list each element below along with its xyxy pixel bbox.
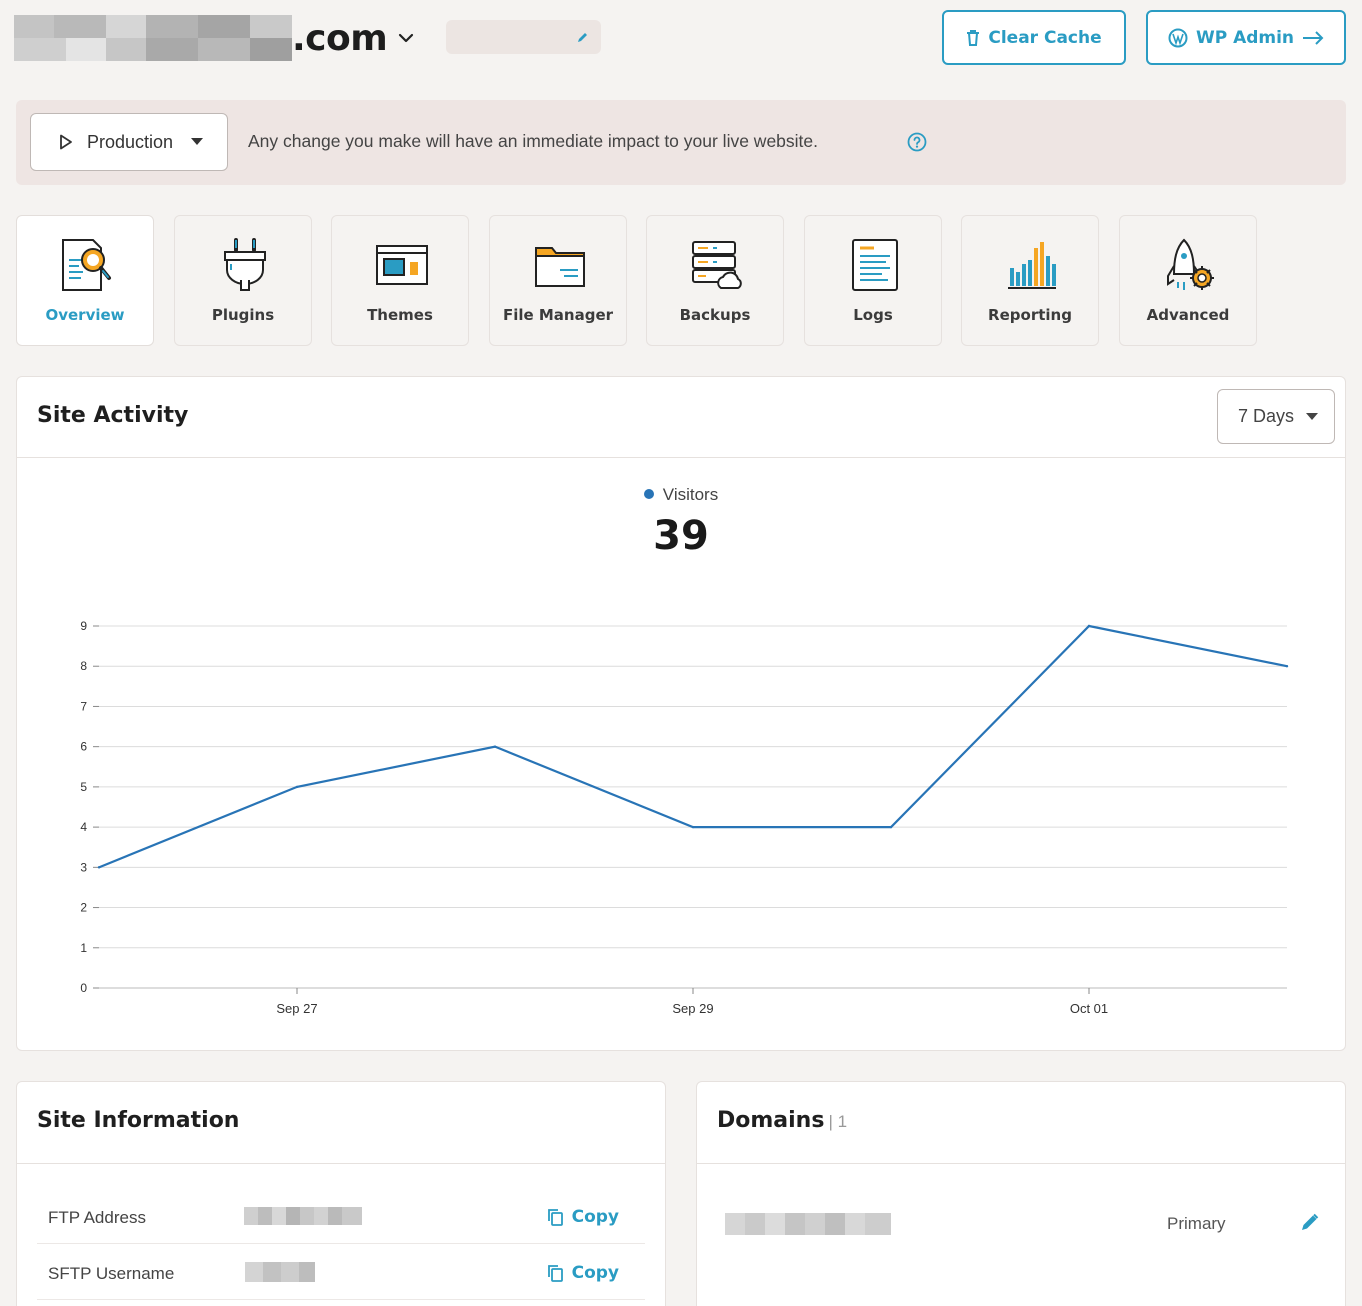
site-information-title: Site Information (37, 1108, 240, 1133)
trash-icon (967, 29, 980, 46)
ftp-address-row: FTP Address Copy (37, 1188, 645, 1244)
y-tick-label: 2 (80, 901, 87, 915)
server-cloud-icon (692, 241, 742, 289)
copy-sftp-username-button[interactable]: Copy (547, 1263, 619, 1283)
site-domain-tld: .com (292, 17, 388, 59)
tab-label: Logs (853, 306, 893, 324)
redacted-ftp-address (244, 1207, 362, 1225)
tab-advanced[interactable]: Advanced (1119, 215, 1257, 346)
copy-label: Copy (571, 1207, 619, 1227)
x-tick-label: Sep 27 (276, 1001, 317, 1016)
domains-title-text: Domains (717, 1108, 825, 1133)
tab-overview[interactable]: Overview (16, 215, 154, 346)
card-divider (17, 1163, 665, 1164)
play-icon (60, 134, 72, 150)
pencil-icon[interactable] (1301, 1213, 1319, 1231)
chevron-down-icon[interactable] (397, 29, 415, 47)
data-point (691, 825, 695, 829)
clear-cache-label: Clear Cache (988, 27, 1102, 48)
tab-reporting[interactable]: Reporting (961, 215, 1099, 346)
data-point (1285, 665, 1289, 668)
rocket-gear-icon (1167, 238, 1214, 290)
sftp-username-label: SFTP Username (48, 1264, 175, 1283)
data-point (295, 785, 299, 789)
copy-ftp-address-button[interactable]: Copy (547, 1207, 619, 1227)
redacted-sftp-username (245, 1262, 315, 1282)
pencil-icon[interactable] (577, 31, 589, 43)
tab-label: Themes (367, 306, 433, 324)
environment-message: Any change you make will have an immedia… (248, 131, 818, 151)
data-point (493, 745, 497, 748)
caret-down-icon (191, 138, 204, 145)
site-activity-card: Site Activity 7 Days Visitors 39 0123456… (16, 376, 1346, 1051)
data-point (889, 825, 893, 829)
folder-icon (535, 247, 585, 287)
overview-magnifier-icon (62, 239, 111, 291)
data-point (97, 866, 101, 869)
tab-label: Advanced (1146, 306, 1230, 324)
clear-cache-button[interactable]: Clear Cache (942, 10, 1126, 65)
tab-logs[interactable]: Logs (804, 215, 942, 346)
redacted-domain (725, 1213, 891, 1235)
y-tick-label: 5 (80, 780, 87, 794)
wp-admin-button[interactable]: WP Admin (1146, 10, 1346, 65)
data-point (1087, 624, 1091, 628)
environment-banner: Production Any change you make will have… (16, 100, 1346, 185)
bar-chart-icon (1008, 242, 1056, 289)
site-label-field[interactable] (446, 20, 601, 54)
ftp-address-label: FTP Address (48, 1208, 146, 1227)
tab-themes[interactable]: Themes (331, 215, 469, 346)
y-tick-label: 0 (80, 981, 87, 995)
y-tick-label: 9 (80, 619, 87, 633)
site-title[interactable]: .com (14, 14, 415, 62)
environment-selected: Production (87, 131, 174, 152)
copy-icon (547, 1208, 563, 1226)
tab-label: Plugins (211, 306, 275, 324)
x-tick-label: Oct 01 (1070, 1001, 1108, 1016)
tab-backups[interactable]: Backups (646, 215, 784, 346)
wp-admin-label: WP Admin (1195, 27, 1295, 48)
y-tick-label: 3 (80, 860, 87, 874)
wordpress-icon (1168, 28, 1188, 47)
tab-label: Overview (45, 306, 125, 324)
log-document-icon (852, 239, 898, 291)
card-divider (697, 1163, 1345, 1164)
sftp-username-row: SFTP Username Copy (37, 1244, 645, 1300)
visitors-line-chart: 0 1 2 3 4 5 6 7 8 9 Sep 27 Sep 29 Oct 01 (80, 619, 1289, 1016)
redacted-domain-name (14, 15, 292, 61)
environment-select[interactable]: Production (30, 113, 228, 171)
help-icon[interactable] (907, 132, 927, 152)
tab-label: File Manager (502, 306, 614, 324)
tab-label: Reporting (988, 306, 1072, 324)
y-tick-label: 8 (80, 659, 87, 673)
copy-label: Copy (571, 1263, 619, 1283)
domains-card: Domains | 1 Primary (696, 1081, 1346, 1306)
y-tick-label: 4 (80, 820, 87, 834)
arrow-right-icon (1303, 30, 1324, 45)
y-tick-label: 7 (80, 699, 87, 713)
site-information-card: Site Information FTP Address Copy SFTP U… (16, 1081, 666, 1306)
y-tick-label: 6 (80, 740, 87, 754)
plug-icon (224, 238, 266, 291)
tab-file-manager[interactable]: File Manager (489, 215, 627, 346)
theme-window-icon (376, 245, 428, 285)
y-tick-label: 1 (80, 941, 87, 955)
x-tick-label: Sep 29 (672, 1001, 713, 1016)
primary-badge: Primary (1167, 1214, 1226, 1233)
tab-label: Backups (679, 306, 751, 324)
domains-count: | 1 (828, 1112, 848, 1131)
domains-title: Domains | 1 (717, 1108, 847, 1133)
tab-plugins[interactable]: Plugins (174, 215, 312, 346)
copy-icon (547, 1264, 563, 1282)
